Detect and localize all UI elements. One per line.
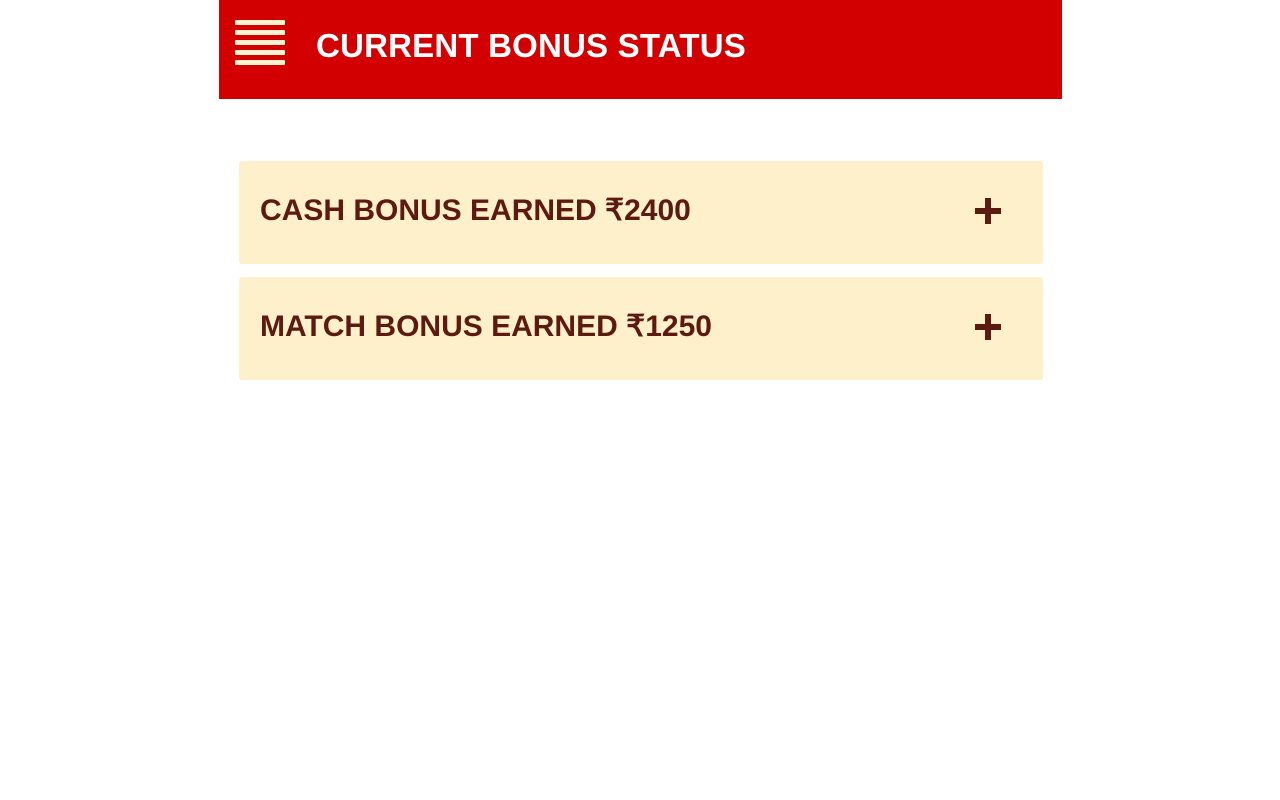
menu-icon-line — [235, 60, 285, 65]
hamburger-menu-icon[interactable] — [235, 20, 285, 66]
page-title: CURRENT BONUS STATUS — [316, 27, 746, 64]
menu-icon-line — [235, 20, 285, 25]
match-bonus-label: MATCH BONUS EARNED ₹1250 — [260, 310, 712, 343]
menu-icon-line — [235, 40, 285, 45]
plus-icon[interactable] — [975, 314, 1001, 340]
app-header: CURRENT BONUS STATUS — [219, 0, 1062, 99]
cash-bonus-accordion[interactable]: CASH BONUS EARNED ₹2400 — [239, 161, 1043, 264]
cash-bonus-label: CASH BONUS EARNED ₹2400 — [260, 194, 691, 227]
match-bonus-accordion[interactable]: MATCH BONUS EARNED ₹1250 — [239, 277, 1043, 380]
app-screen: CURRENT BONUS STATUS CASH BONUS EARNED ₹… — [219, 0, 1062, 800]
menu-icon-line — [235, 50, 285, 55]
plus-icon[interactable] — [975, 198, 1001, 224]
menu-icon-line — [235, 30, 285, 35]
